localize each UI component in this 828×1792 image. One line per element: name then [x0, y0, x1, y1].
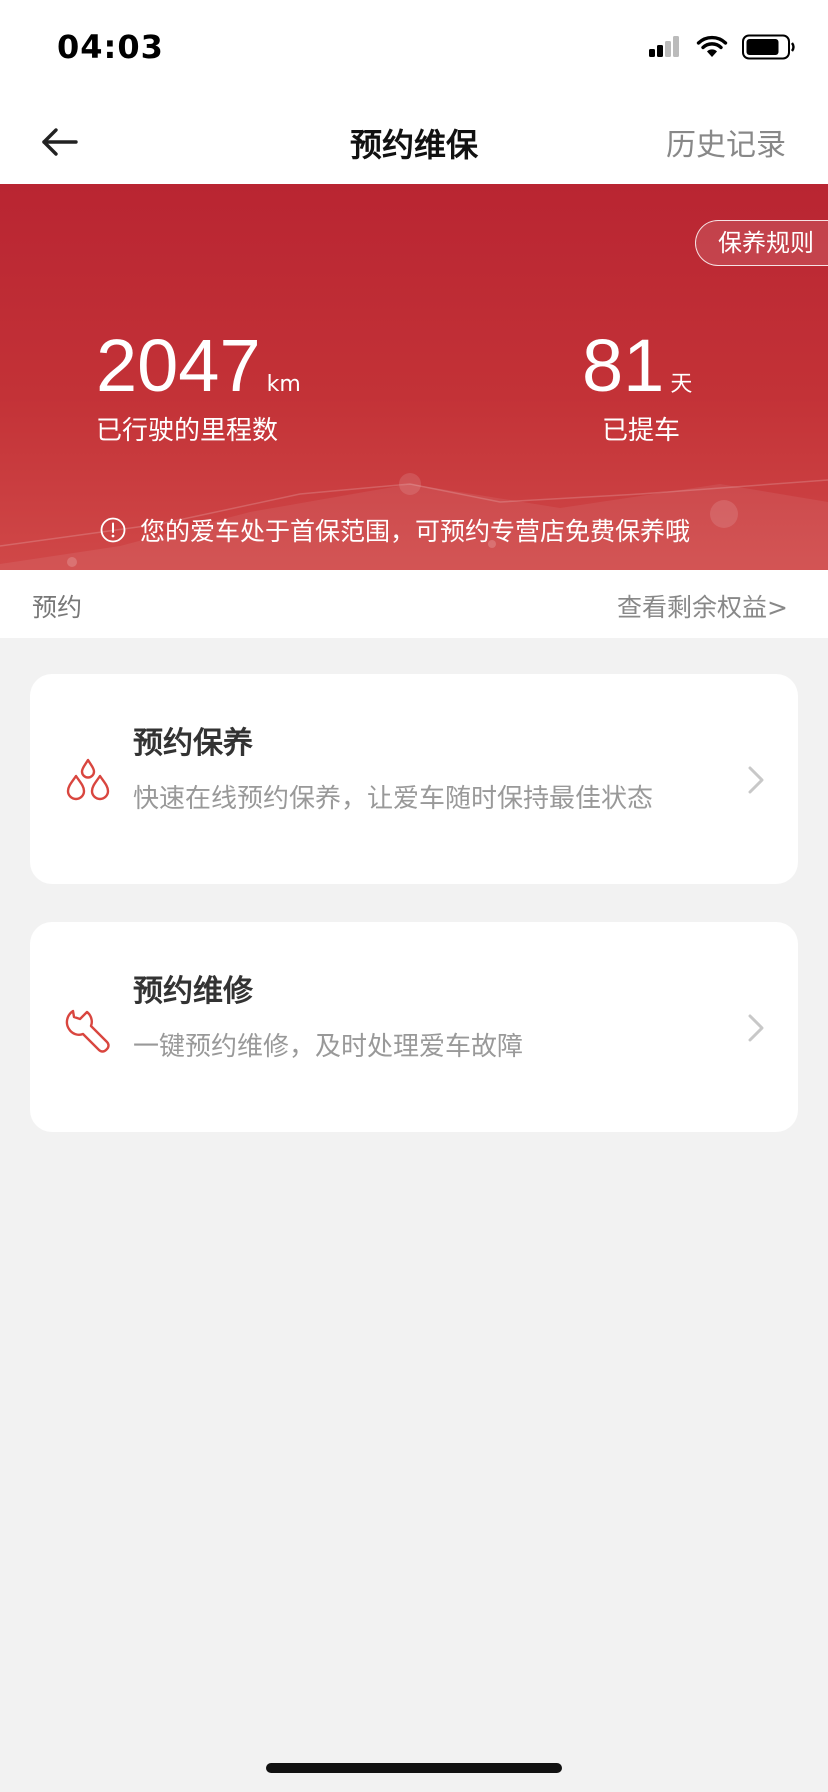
signal-icon: [649, 36, 679, 57]
mileage-stat: 2047 km 已行驶的里程数: [96, 326, 301, 447]
wrench-icon: [65, 1009, 110, 1053]
mileage-label: 已行驶的里程数: [96, 416, 279, 446]
home-indicator[interactable]: [266, 1763, 562, 1773]
maintenance-rules-button[interactable]: 保养规则: [695, 220, 828, 266]
status-time: 04:03: [57, 28, 164, 66]
chevron-right-icon: [748, 766, 764, 794]
oil-drops-icon: [66, 758, 110, 801]
card-description: 快速在线预约保养，让爱车随时保持最佳状态: [133, 784, 654, 814]
view-remaining-benefits-link[interactable]: 查看剩余权益>: [617, 588, 788, 624]
section-label: 预约: [32, 593, 83, 622]
mileage-unit: km: [266, 372, 301, 397]
chevron-right-icon: [748, 1014, 764, 1042]
days-label: 已提车: [602, 416, 681, 446]
free-maintenance-notice: 您的爱车处于首保范围，可预约专营店免费保养哦: [100, 512, 690, 548]
nav-bar: 预约维保 历史记录: [0, 100, 828, 184]
status-bar: 04:03: [0, 0, 828, 100]
card-title: 预约维修: [133, 974, 253, 1009]
days-stat: 81 天 已提车: [582, 326, 692, 447]
book-maintenance-card[interactable]: 预约保养 快速在线预约保养，让爱车随时保持最佳状态: [30, 674, 798, 884]
status-icons: [648, 34, 796, 60]
wifi-icon: [696, 35, 728, 57]
mileage-hero: 保养规则 2047 km 已行驶的里程数 81 天 已提车 您的爱车处于首保范围…: [0, 184, 828, 570]
card-description: 一键预约维修，及时处理爱车故障: [133, 1032, 524, 1062]
history-button[interactable]: 历史记录: [666, 120, 786, 164]
card-title: 预约保养: [133, 726, 253, 761]
book-repair-card[interactable]: 预约维修 一键预约维修，及时处理爱车故障: [30, 922, 798, 1132]
section-bar: 预约 查看剩余权益>: [0, 570, 828, 638]
alert-circle-icon: [100, 517, 126, 543]
mileage-value: 2047: [96, 324, 261, 407]
days-unit: 天: [670, 372, 693, 397]
battery-icon: [742, 34, 795, 60]
days-value: 81: [582, 324, 665, 407]
notice-text: 您的爱车处于首保范围，可预约专营店免费保养哦: [140, 517, 691, 546]
